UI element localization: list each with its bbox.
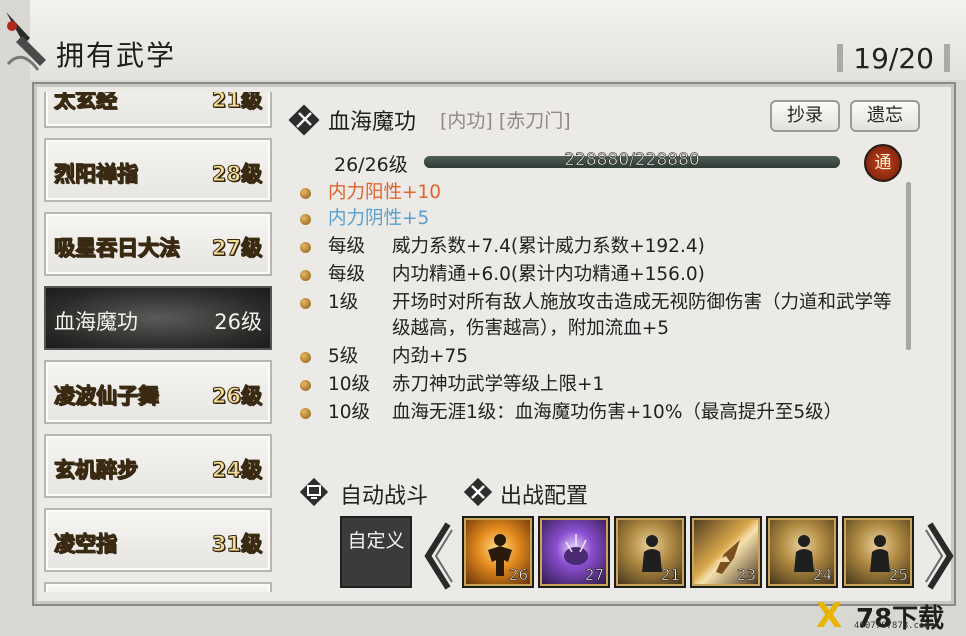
skill-list[interactable]: 太玄经 21级 烈阳禅指 28级 吸星吞日大法 27级 血海魔功 26级 凌波仙… [40, 92, 278, 592]
effect-desc: 内功精通+6.0(累计内功精通+156.0) [392, 264, 705, 285]
skill-name: 凌空指 [54, 532, 118, 557]
slot-level: 25 [888, 566, 909, 585]
slot-skill[interactable]: 21 [614, 516, 686, 588]
forget-button[interactable]: 遗忘 [850, 100, 920, 132]
effect-desc: 内力阴性+5 [328, 208, 430, 229]
watermark-url: 4007787878.com [854, 621, 930, 631]
monitor-icon[interactable] [298, 476, 330, 508]
crossed-swords-icon[interactable] [462, 476, 494, 508]
bullet-icon [300, 352, 311, 363]
skill-level: 24级 [211, 458, 262, 483]
page-title: 拥有武学 [56, 39, 177, 72]
bullet-icon [300, 298, 311, 309]
skill-item-selected[interactable]: 血海魔功 26级 [44, 286, 272, 350]
slot-level: 24 [812, 566, 833, 585]
skill-level: 31级 [211, 532, 262, 557]
custom-button[interactable]: 自定义 [340, 516, 412, 588]
skill-item[interactable]: 烈阳禅指 28级 [44, 138, 272, 202]
effect-desc: 内力阳性+10 [328, 182, 442, 203]
skill-level: 21级 [211, 92, 262, 113]
slot-level: 21 [660, 566, 681, 585]
slot-level: 26 [508, 566, 529, 585]
skill-item[interactable]: 玄机醉步 24级 [44, 434, 272, 498]
effect-desc: 血海无涯1级：血海魔功伤害+10%（最高提升至5级） [392, 402, 843, 423]
chevron-right-icon[interactable] [924, 520, 958, 592]
effect-prefix: 每级 [328, 236, 366, 257]
skill-level: 28级 [211, 162, 262, 187]
pen-brush-icon [6, 12, 46, 71]
skill-name: 吸星吞日大法 [54, 236, 181, 261]
skill-name: 太玄经 [54, 92, 118, 113]
slot-skill[interactable]: 24 [766, 516, 838, 588]
skill-name: 凌波仙子舞 [54, 384, 160, 409]
skill-level: 26级 [214, 310, 262, 334]
skill-item[interactable]: 吸星吞日大法 27级 [44, 212, 272, 276]
watermark-logo-icon: X [816, 596, 843, 636]
copy-button[interactable]: 抄录 [770, 100, 840, 132]
effect-scrollbar[interactable] [906, 182, 911, 350]
slot-level: 27 [584, 566, 605, 585]
effect-desc: 赤刀神功武学等级上限+1 [392, 374, 605, 395]
bullet-icon [300, 242, 311, 253]
mastery-badge[interactable]: 通 [864, 144, 902, 182]
art-tags: [内功] [赤刀门] [440, 110, 571, 132]
effect-prefix: 10级 [328, 374, 371, 395]
skill-name: 烈阳禅指 [54, 162, 139, 187]
skill-item[interactable] [44, 582, 272, 592]
slot-skill[interactable]: 26 [462, 516, 534, 588]
skill-name: 血海魔功 [54, 310, 138, 334]
effect-desc: 开场时对所有敌人施放攻击造成无视防御伤害（力道和武学等级越高，伤害越高），附加流… [392, 292, 892, 339]
effect-list[interactable]: 内力阳性+10 内力阴性+5 每级 威力系数+7.4(累计威力系数+192.4)… [296, 180, 906, 452]
battle-config-label[interactable]: 出战配置 [500, 478, 588, 510]
skill-level: 27级 [211, 236, 262, 261]
level-text: 26/26级 [334, 154, 408, 176]
exp-text: 228880/228880 [564, 150, 700, 171]
effect-prefix: 1级 [328, 292, 359, 313]
bullet-icon [300, 270, 311, 281]
skill-counter: 19/20 [837, 42, 950, 75]
bullet-icon [300, 188, 311, 199]
chevron-left-icon[interactable] [420, 520, 454, 592]
bullet-icon [300, 408, 311, 419]
effect-prefix: 5级 [328, 346, 359, 367]
skill-name: 玄机醉步 [54, 458, 139, 483]
skill-level: 26级 [211, 384, 262, 409]
effect-prefix: 每级 [328, 264, 366, 285]
bullet-icon [300, 380, 311, 391]
diamond-sword-icon [288, 104, 320, 136]
art-name: 血海魔功 [328, 110, 417, 135]
slot-skill[interactable]: 27 [538, 516, 610, 588]
auto-battle-label[interactable]: 自动战斗 [340, 478, 428, 510]
effect-desc: 内劲+75 [392, 346, 469, 367]
slot-skill[interactable]: 23 [690, 516, 762, 588]
effect-prefix: 10级 [328, 402, 371, 423]
skill-item[interactable]: 凌空指 31级 [44, 508, 272, 572]
effect-desc: 威力系数+7.4(累计威力系数+192.4) [392, 236, 705, 257]
skill-item[interactable]: 太玄经 21级 [44, 92, 272, 128]
slot-skill[interactable]: 25 [842, 516, 914, 588]
bullet-icon [300, 214, 311, 225]
slot-level: 23 [736, 566, 757, 585]
skill-item[interactable]: 凌波仙子舞 26级 [44, 360, 272, 424]
